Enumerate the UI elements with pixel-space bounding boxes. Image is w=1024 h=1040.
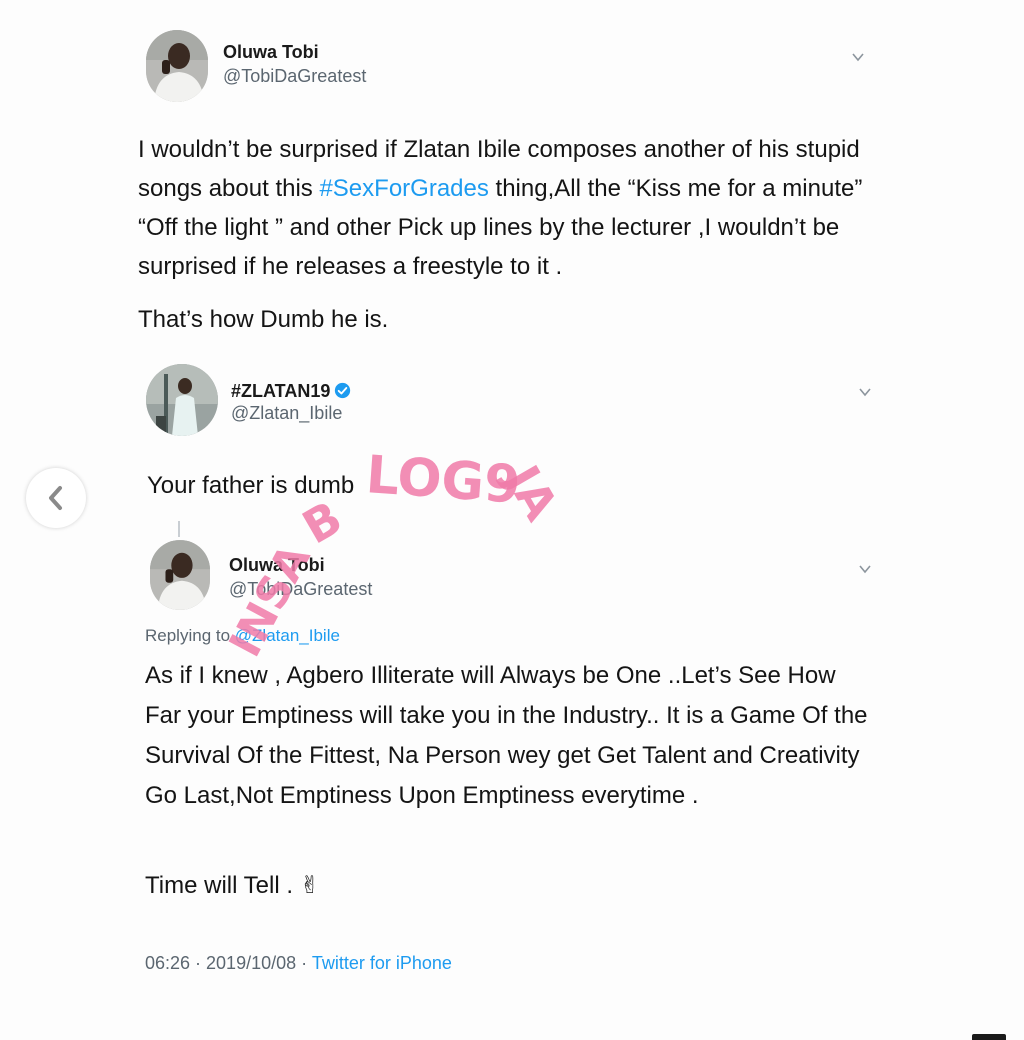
replying-to-label: Replying to xyxy=(145,626,235,645)
display-name[interactable]: #ZLATAN19 xyxy=(231,381,351,402)
mention-link[interactable]: @Zlatan_Ibile xyxy=(235,626,340,645)
screenshot-page: Oluwa Tobi @TobiDaGreatest I wouldn’t be… xyxy=(0,0,1024,1040)
replying-to-line: Replying to @Zlatan_Ibile xyxy=(145,626,340,646)
avatar[interactable] xyxy=(146,364,218,436)
timestamp-text[interactable]: 06:26 · 2019/10/08 · xyxy=(145,953,312,973)
back-button[interactable] xyxy=(26,468,86,528)
tweet-text-line: That’s how Dumb he is. xyxy=(138,306,389,333)
user-handle[interactable]: @TobiDaGreatest xyxy=(229,579,372,600)
display-name-text: #ZLATAN19 xyxy=(231,381,331,401)
chevron-down-icon xyxy=(859,388,871,397)
svg-text:JA: JA xyxy=(494,454,569,530)
corner-ui-fragment xyxy=(972,1034,1006,1040)
profile-photo-icon xyxy=(150,540,210,610)
thread-connector xyxy=(178,521,180,537)
source-link[interactable]: Twitter for iPhone xyxy=(312,953,452,973)
hashtag-link[interactable]: #SexForGrades xyxy=(319,175,488,202)
tweet-options-button[interactable] xyxy=(851,50,865,64)
tweet-text: I wouldn’t be surprised if Zlatan Ibile … xyxy=(138,130,888,286)
tweet-text-line: Time will Tell . ✌ xyxy=(145,872,320,899)
avatar[interactable] xyxy=(150,540,210,610)
svg-text:LOG9: LOG9 xyxy=(364,445,522,516)
verified-badge-icon xyxy=(335,382,351,399)
user-handle[interactable]: @TobiDaGreatest xyxy=(223,66,366,87)
tweet-text: Your father is dumb xyxy=(147,472,355,499)
chevron-down-icon xyxy=(859,565,871,574)
profile-photo-icon xyxy=(146,364,218,436)
display-name[interactable]: Oluwa Tobi xyxy=(223,42,319,63)
tweet-text: As if I knew , Agbero Illiterate will Al… xyxy=(145,662,868,809)
chevron-down-icon xyxy=(852,53,864,62)
tweet-options-button[interactable] xyxy=(858,562,872,576)
profile-photo-icon xyxy=(146,30,208,102)
avatar[interactable] xyxy=(146,30,208,102)
tweet-options-button[interactable] xyxy=(858,385,872,399)
chevron-left-icon xyxy=(49,486,62,510)
user-handle[interactable]: @Zlatan_Ibile xyxy=(231,403,342,424)
tweet-timestamp: 06:26 · 2019/10/08 · Twitter for iPhone xyxy=(145,953,452,974)
display-name[interactable]: Oluwa Tobi xyxy=(229,555,325,576)
